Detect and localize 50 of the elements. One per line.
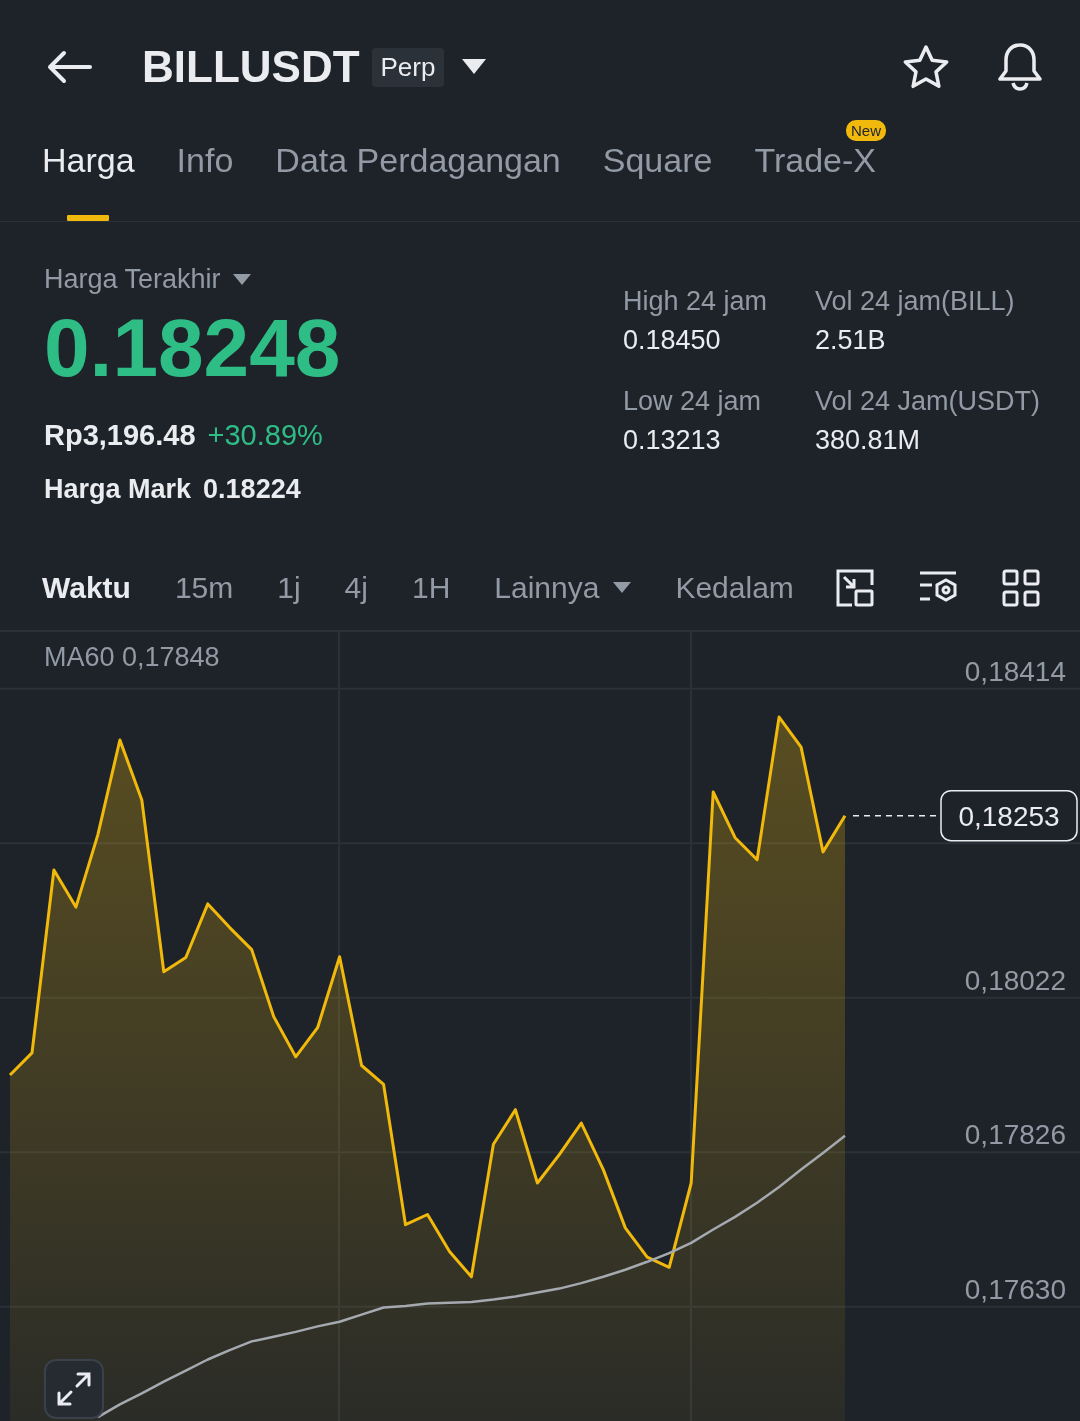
interval-tab[interactable]: 1H — [411, 570, 451, 605]
indicator-label: MA60 0,17848 — [44, 642, 220, 673]
star-icon — [902, 44, 950, 90]
new-badge: New — [845, 120, 886, 141]
grid-icon — [1002, 568, 1040, 607]
stat-label: Vol 24 jam(BILL) — [814, 286, 1016, 317]
stat-label: Vol 24 Jam(USDT) — [814, 386, 1040, 417]
stat-label: High 24 jam — [622, 286, 768, 317]
current-price: 0,18253 — [958, 800, 1060, 832]
caret-icon — [462, 59, 487, 75]
interval-tab[interactable]: 1j — [277, 570, 301, 605]
bell-icon — [996, 42, 1044, 92]
tab[interactable]: Info — [176, 134, 234, 221]
tab[interactable]: Data Perdagangan — [275, 134, 561, 221]
stat-label: Low 24 jam — [622, 386, 762, 417]
contract-badge: Perp — [371, 47, 445, 87]
interval-tab[interactable]: Lainnya — [494, 570, 632, 605]
back-arrow-icon — [46, 50, 92, 84]
active-tab-indicator — [67, 215, 110, 221]
pair-dropdown[interactable] — [462, 59, 487, 75]
favorite-button[interactable] — [902, 44, 950, 90]
back-button[interactable] — [46, 50, 92, 84]
last-price: 0.18248 — [44, 307, 342, 389]
fullscreen-button[interactable] — [44, 1359, 104, 1419]
expand-arrows-icon — [56, 1371, 92, 1407]
mark-price-label: Harga Mark — [44, 474, 192, 505]
axis-label: 0,17630 — [964, 1273, 1066, 1305]
pair-symbol: BILLUSDT — [142, 42, 360, 92]
caret-icon — [232, 274, 251, 285]
tab[interactable]: Harga — [42, 134, 135, 221]
interval-tab[interactable]: 15m — [174, 570, 234, 605]
interval-tab[interactable]: 4j — [344, 570, 368, 605]
stat-value: 0.18450 — [622, 325, 722, 356]
price-change: +30.89% — [207, 419, 323, 452]
axis-label: 0,17826 — [964, 1119, 1066, 1151]
price-type-dropdown[interactable]: Harga Terakhir — [44, 264, 623, 295]
axis-label: 0,18414 — [964, 655, 1066, 687]
fiat-price: Rp3,196.48 — [44, 419, 196, 452]
layout-button[interactable] — [1002, 568, 1040, 607]
stat-value: 2.51B — [814, 325, 887, 356]
picture-in-picture-icon — [836, 568, 874, 607]
stat-value: 0.13213 — [622, 425, 722, 456]
stat-value: 380.81M — [814, 425, 921, 456]
chart-view-button[interactable] — [836, 568, 874, 607]
interval-tab[interactable]: Waktu — [42, 570, 131, 605]
axis-label: 0,18022 — [964, 964, 1066, 996]
tab[interactable]: Square — [602, 134, 713, 221]
interval-tab[interactable]: Kedalam — [675, 570, 794, 605]
mark-price: 0.18224 — [203, 474, 301, 505]
notification-button[interactable] — [996, 42, 1044, 92]
